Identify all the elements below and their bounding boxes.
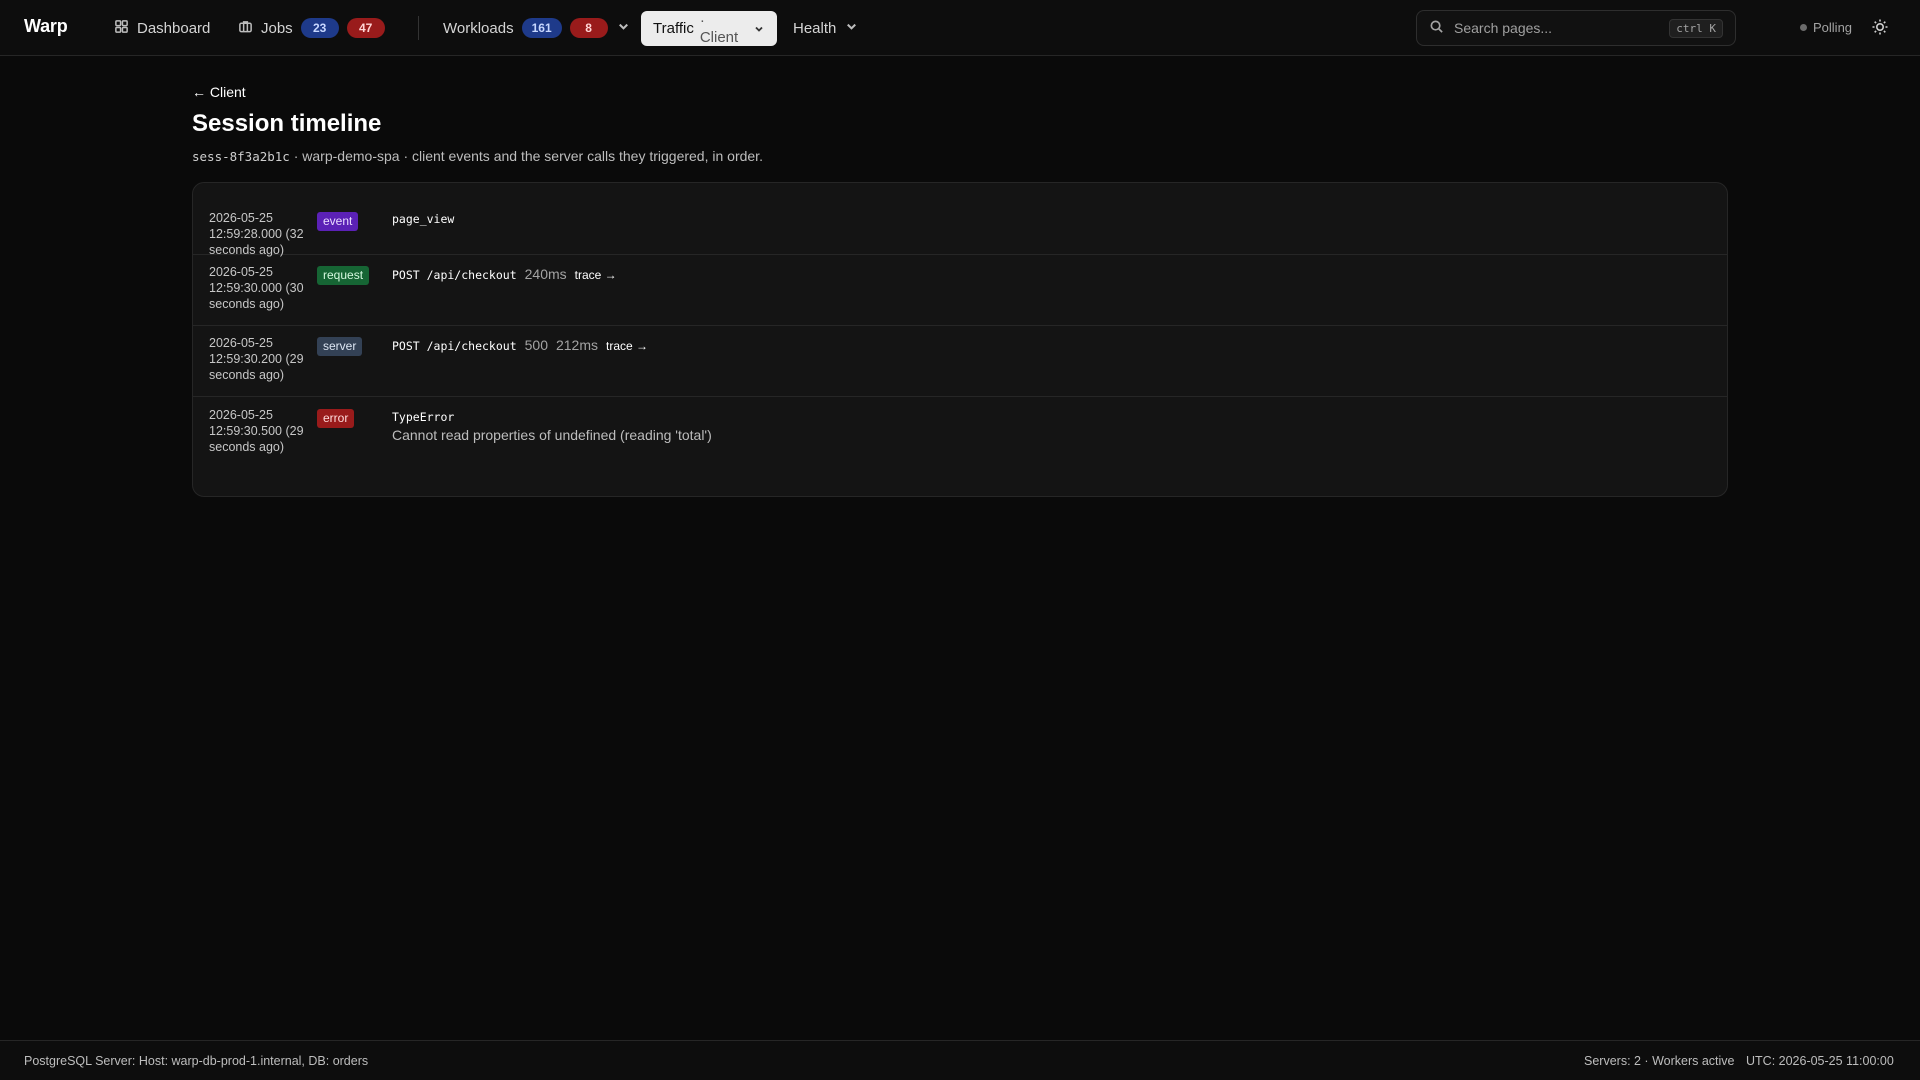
jobs-count-badge: 23 [300,18,339,38]
timeline-content: POST /api/checkout 500 212ms trace → [392,337,648,353]
search-input[interactable] [1454,20,1660,36]
trace-link[interactable]: trace → [606,339,648,353]
nav-traffic-client[interactable]: Traffic · Client [641,11,777,46]
brand-logo[interactable]: Warp [24,16,68,37]
search-icon [1429,19,1444,37]
chevron-down-icon [844,19,859,38]
workloads-count-badge: 161 [521,18,562,38]
nav-health-label: Health [793,19,837,37]
top-navigation: Warp Dashboard Jobs 23 47 Workloads 161 … [0,0,1920,56]
timeline-content: page_view [392,212,454,226]
timeline-row: 2026-05-25 12:59:30.000 (30 seconds ago)… [193,255,1727,326]
timeline-timestamp: 2026-05-25 12:59:30.000 (30 seconds ago) [209,264,309,312]
timeline-row: 2026-05-25 12:59:28.000 (32 seconds ago)… [193,183,1727,258]
kind-badge: request [317,266,370,285]
nav-dashboard[interactable]: Dashboard [108,12,216,44]
error-message: Cannot read properties of undefined (rea… [392,427,712,443]
timeline-timestamp: 2026-05-25 12:59:30.200 (29 seconds ago) [209,335,309,383]
nav-divider [418,16,419,40]
kind-badge: event [317,212,359,231]
session-id: sess-8f3a2b1c [192,149,290,164]
page-subtitle: sess-8f3a2b1c · warp-demo-spa · client e… [192,148,763,164]
briefcase-icon [238,19,253,38]
request-route: POST /api/checkout [392,268,517,282]
jobs-failed-badge: 47 [346,18,385,38]
kind-badge: error [317,409,355,428]
timeline-timestamp: 2026-05-25 12:59:28.000 (32 seconds ago) [209,210,309,258]
sun-icon [1871,19,1889,39]
polling-status: Polling [1800,20,1852,35]
status-footer: PostgreSQL Server: Host: warp-db-prod-1.… [0,1040,1920,1080]
status-dot [1800,24,1807,31]
nav-health[interactable]: Health [787,12,865,44]
kind-badge: server [317,337,363,356]
back-to-client-link[interactable]: ← Client [192,84,246,100]
timeline-timestamp: 2026-05-25 12:59:30.500 (29 seconds ago) [209,407,309,455]
timestamp-date: 2026-05-25 [209,265,273,279]
timestamp-date: 2026-05-25 [209,408,273,422]
nav-jobs[interactable]: Jobs 23 47 [232,12,391,44]
timeline-row: 2026-05-25 12:59:30.500 (29 seconds ago)… [193,397,1727,496]
nav-workloads-label: Workloads [443,19,514,37]
grid-icon [114,19,129,38]
nav-dashboard-label: Dashboard [137,19,211,37]
timeline-row: 2026-05-25 12:59:30.200 (29 seconds ago)… [193,326,1727,397]
polling-label: Polling [1813,20,1853,35]
workloads-failed-badge: 8 [569,18,608,38]
timestamp-relative: seconds ago) [209,440,285,454]
timestamp-time: 12:59:30.200 (29 [209,352,304,366]
event-name: page_view [392,212,455,226]
search-shortcut-hint: ctrl K [1669,18,1723,38]
nav-jobs-label: Jobs [261,19,293,37]
trace-link[interactable]: trace → [575,268,617,282]
timeline-content: TypeError [392,410,454,424]
search-box[interactable]: ctrl K [1416,10,1736,46]
nav-traffic-label: Traffic [653,20,694,37]
servers-status: Servers: 2 · Workers active [1584,1054,1735,1068]
request-duration: 240ms [524,266,567,282]
db-connection-info: PostgreSQL Server: Host: warp-db-prod-1.… [24,1054,369,1068]
server-route: POST /api/checkout [392,339,517,353]
timestamp-time: 12:59:30.500 (29 [209,424,304,438]
timestamp-time: 12:59:30.000 (30 [209,281,304,295]
timestamp-date: 2026-05-25 [209,211,273,225]
timestamp-time: 12:59:28.000 (32 [209,227,304,241]
server-status-code: 500 [524,337,548,353]
timestamp-date: 2026-05-25 [209,336,273,350]
timestamp-relative: seconds ago) [209,297,285,311]
subtitle-text: · warp-demo-spa · client events and the … [293,148,763,164]
chevron-down-icon [616,19,631,38]
timestamp-relative: seconds ago) [209,368,285,382]
server-duration: 212ms [555,337,599,353]
theme-toggle[interactable] [1871,18,1891,38]
error-type: TypeError [392,410,455,424]
timeline-content: POST /api/checkout 240ms trace → [392,266,617,282]
nav-workloads[interactable]: Workloads 161 8 [437,12,637,44]
nav-traffic-sub: · Client [699,11,739,46]
page-title: Session timeline [192,110,382,137]
utc-clock: UTC: 2026-05-25 11:00:00 [1746,1054,1894,1068]
timeline-card: 2026-05-25 12:59:28.000 (32 seconds ago)… [192,182,1728,497]
chevron-down-icon [753,23,765,35]
